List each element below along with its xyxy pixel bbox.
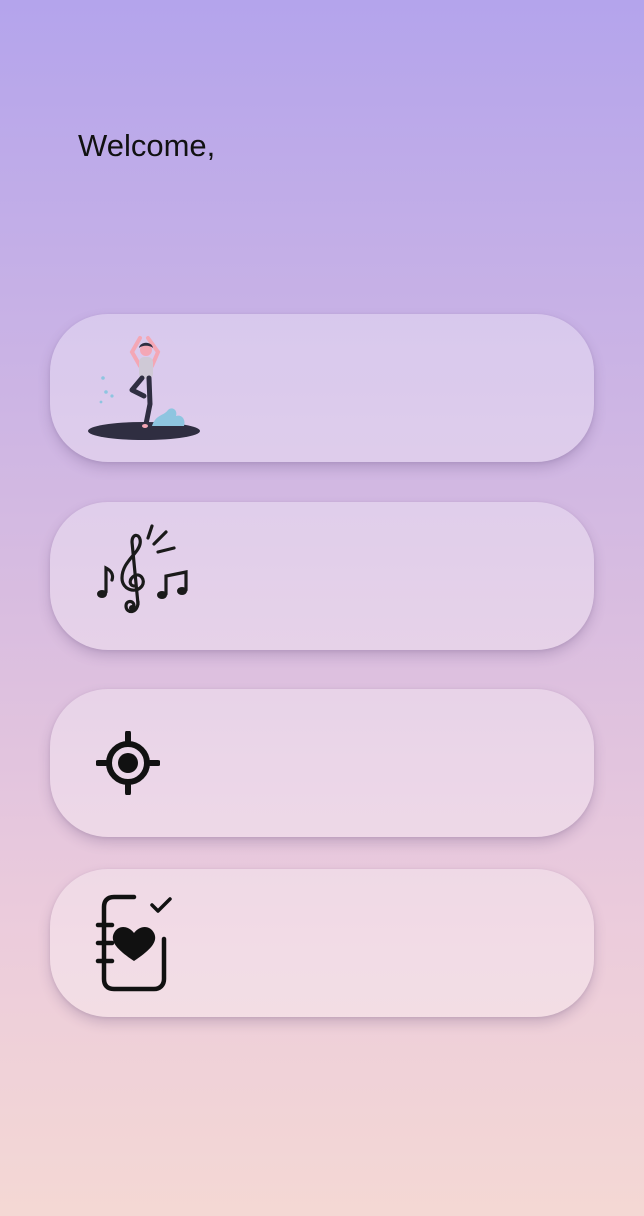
- location-card[interactable]: [50, 689, 594, 837]
- health-journal-card[interactable]: [50, 869, 594, 1017]
- music-notes-icon: [97, 524, 188, 614]
- health-journal-icon: [95, 894, 172, 992]
- music-card[interactable]: [50, 502, 594, 650]
- yoga-meditation-icon: [88, 336, 200, 440]
- location-target-icon: [96, 731, 160, 795]
- welcome-greeting: Welcome,: [78, 128, 216, 163]
- yoga-card[interactable]: [50, 314, 594, 462]
